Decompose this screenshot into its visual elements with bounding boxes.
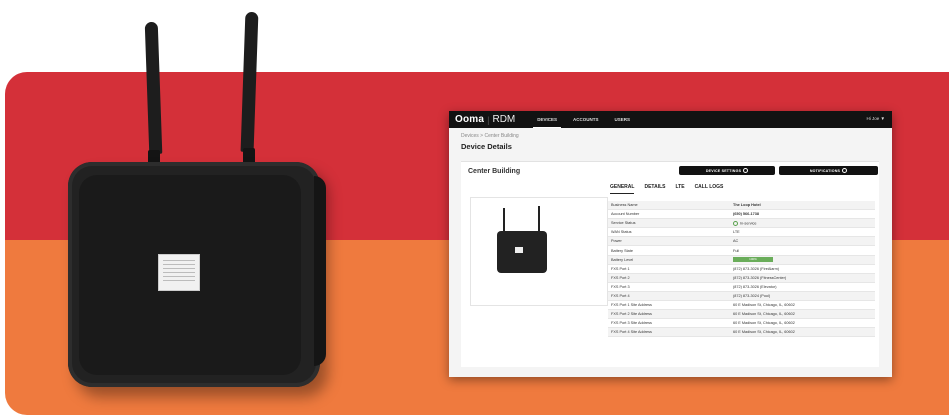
product-name: RDM: [492, 114, 516, 125]
detail-value: 60 E Madison St, Chicago, IL, 60602: [733, 330, 795, 335]
detail-value: LTE: [733, 230, 740, 235]
device-image-panel: [470, 197, 608, 306]
status-text: In-service: [740, 221, 757, 226]
mini-antenna-left: [503, 208, 505, 233]
logo-separator: |: [487, 114, 490, 125]
table-row: FXS Port 4 (872) 873-3024 (Pool): [608, 291, 875, 302]
detail-value: (872) 873-3026 (FireAlarm): [733, 266, 780, 271]
table-row: Business Name The Loop Hotel: [608, 201, 875, 211]
detail-value: 60 E Madison St, Chicago, IL, 60602: [733, 321, 795, 326]
user-menu[interactable]: Hi Joe ▼: [867, 116, 885, 121]
gear-icon: [743, 168, 749, 173]
detail-value-status: In-service: [733, 220, 875, 226]
table-row: Power AC: [608, 237, 875, 247]
detail-value: 60 E Madison St, Chicago, IL, 60602: [733, 312, 795, 317]
detail-label: FXS Port 3 Site Address: [611, 321, 652, 326]
table-row: FXS Port 2 (872) 873-3026 (FitnessCenter): [608, 273, 875, 283]
tab-general[interactable]: GENERAL: [610, 184, 635, 194]
detail-value: (872) 873-3024 (Pool): [733, 293, 771, 298]
detail-value: 60 E Madison St, Chicago, IL, 60602: [733, 303, 795, 308]
table-row: Battery State Full: [608, 246, 875, 256]
router-side: [314, 176, 326, 366]
detail-label: FXS Port 1 Site Address: [611, 303, 652, 308]
table-row: FXS Port 1 (872) 873-3026 (FireAlarm): [608, 265, 875, 274]
detail-value-battery: 100%: [733, 257, 875, 263]
device-settings-button[interactable]: DEVICE SETTINGS: [679, 166, 775, 175]
nav-users[interactable]: USERS: [607, 111, 639, 128]
detail-label: FXS Port 4: [611, 293, 630, 298]
detail-label: Battery State: [611, 248, 633, 253]
nav-accounts[interactable]: ACCOUNTS: [565, 111, 607, 128]
detail-value: (872) 873-3026 (FitnessCenter): [733, 275, 787, 280]
notifications-button[interactable]: NOTIFICATIONS: [779, 166, 878, 175]
detail-label: FXS Port 3: [611, 284, 630, 289]
detail-label: Power: [611, 239, 622, 244]
detail-label: FXS Port 2 Site Address: [611, 312, 652, 317]
table-row: FXS Port 3 (872) 873-3026 (Elevator): [608, 283, 875, 292]
main-nav: DEVICES ACCOUNTS USERS: [529, 111, 638, 128]
page-title: Device Details: [461, 142, 512, 151]
battery-level-bar: 100%: [733, 257, 773, 263]
detail-label: Battery Level: [611, 257, 634, 262]
router-sticker-label: [158, 254, 200, 291]
breadcrumb[interactable]: Devices > Center Building: [449, 128, 892, 139]
detail-label: FXS Port 2: [611, 275, 630, 280]
table-row: FXS Port 2 Site Address 60 E Madison St, …: [608, 310, 875, 320]
rdm-app-window: Ooma | RDM DEVICES ACCOUNTS USERS Hi Joe…: [449, 111, 892, 377]
nav-devices[interactable]: DEVICES: [529, 111, 565, 128]
tab-call-logs[interactable]: CALL LOGS: [695, 184, 724, 194]
detail-value: Full: [733, 248, 740, 253]
table-row: Service Status In-service: [608, 219, 875, 229]
device-settings-label: DEVICE SETTINGS: [705, 168, 742, 173]
table-row: FXS Port 3 Site Address 60 E Madison St, …: [608, 319, 875, 329]
ooma-logo: Ooma: [455, 114, 485, 125]
notifications-label: NOTIFICATIONS: [809, 168, 841, 173]
detail-label: WAN Status: [611, 230, 632, 235]
detail-value: The Loop Hotel: [733, 203, 761, 208]
tab-details[interactable]: DETAILS: [644, 184, 665, 194]
tab-lte[interactable]: LTE: [675, 184, 684, 194]
table-row: Battery Level 100%: [608, 255, 875, 265]
detail-value: (650) 566-1738: [733, 212, 759, 217]
detail-label: Service Status: [611, 221, 636, 226]
bell-icon: [842, 168, 848, 173]
device-thumbnail-label: [515, 247, 523, 253]
detail-label: FXS Port 4 Site Address: [611, 330, 652, 335]
detail-label: Business Name: [611, 203, 638, 208]
device-tabs: GENERAL DETAILS LTE CALL LOGS: [610, 184, 733, 194]
detail-value: AC: [733, 239, 739, 244]
top-navigation-bar: Ooma | RDM DEVICES ACCOUNTS USERS Hi Joe…: [449, 111, 892, 128]
table-row: FXS Port 4 Site Address 60 E Madison St, …: [608, 328, 875, 338]
detail-label: Account Number: [611, 212, 640, 217]
status-circle-icon: [733, 220, 738, 226]
device-card: Center Building DEVICE SETTINGS NOTIFICA…: [461, 161, 879, 367]
device-name: Center Building: [468, 168, 521, 175]
mini-antenna-right: [538, 206, 540, 233]
device-details-table: Business Name The Loop Hotel Account Numb…: [608, 201, 875, 338]
table-row: Account Number (650) 566-1738: [608, 210, 875, 220]
table-row: FXS Port 1 Site Address 60 E Madison St, …: [608, 301, 875, 311]
detail-label: FXS Port 1: [611, 266, 630, 271]
detail-value: (872) 873-3026 (Elevator): [733, 284, 777, 289]
table-row: WAN Status LTE: [608, 228, 875, 238]
